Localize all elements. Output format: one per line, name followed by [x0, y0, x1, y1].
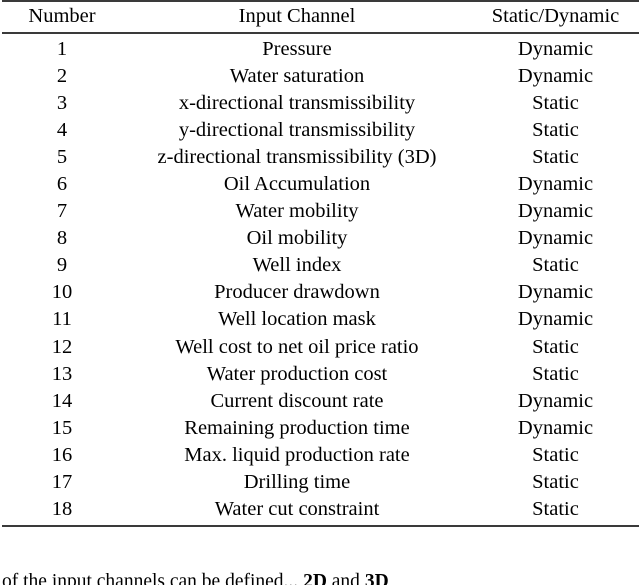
cell-channel: Oil Accumulation — [223, 172, 371, 195]
caption-prefix: of the input channels can be defined... — [2, 571, 299, 585]
cell-type: Static — [532, 498, 579, 521]
caption-emphasis-3d: 3D — [364, 571, 389, 585]
column-header-input-channel: Input Channel — [238, 5, 356, 27]
cell-channel: Pressure — [262, 37, 332, 60]
cell-channel: Water saturation — [229, 64, 365, 87]
cell-type: Dynamic — [517, 227, 594, 250]
cell-type: Dynamic — [517, 64, 594, 87]
cell-number: 18 — [51, 498, 73, 521]
cell-channel: Remaining production time — [184, 416, 410, 439]
input-channel-table: Number Input Channel Static/Dynamic 1 Pr… — [2, 0, 639, 527]
cell-type: Dynamic — [517, 200, 594, 223]
cell-number: 13 — [51, 362, 73, 385]
cell-number: 11 — [52, 308, 72, 331]
cell-number: 15 — [51, 416, 73, 439]
cell-number: 5 — [56, 145, 68, 168]
cell-number: 17 — [51, 471, 73, 493]
table-row: 5 z-directional transmissibility (3D) St… — [2, 144, 639, 171]
cell-number: 6 — [56, 172, 68, 195]
table-row: 4 y-directional transmissibility Static — [2, 116, 639, 143]
table-row: 11 Well location mask Dynamic — [2, 306, 639, 333]
table-body: 1 Pressure Dynamic 2 Water saturation Dy… — [2, 33, 639, 526]
cell-channel: Max. liquid production rate — [184, 443, 410, 466]
cell-number: 1 — [56, 37, 68, 60]
table-row: 8 Oil mobility Dynamic — [2, 225, 639, 252]
table-row: 7 Water mobility Dynamic — [2, 198, 639, 225]
cell-number: 7 — [56, 200, 68, 223]
cell-channel: x-directional transmissibility — [178, 91, 416, 114]
table-row: 16 Max. liquid production rate Static — [2, 442, 639, 469]
table-row: 17 Drilling time Static — [2, 469, 639, 496]
table-figure-page: Number Input Channel Static/Dynamic 1 Pr… — [0, 0, 640, 585]
cell-type: Static — [532, 254, 579, 277]
table-row: 14 Current discount rate Dynamic — [2, 387, 639, 414]
cell-type: Dynamic — [517, 172, 594, 195]
table-header: Number Input Channel Static/Dynamic — [2, 1, 639, 33]
cell-number: 10 — [51, 281, 73, 304]
table-header-row: Number Input Channel Static/Dynamic — [2, 1, 639, 33]
cell-channel: z-directional transmissibility (3D) — [157, 145, 437, 168]
cell-type: Static — [532, 145, 579, 168]
cell-channel: Well location mask — [218, 308, 376, 331]
table-row: 6 Oil Accumulation Dynamic — [2, 171, 639, 198]
cell-type: Dynamic — [517, 389, 594, 412]
cell-type: Dynamic — [517, 308, 594, 331]
cell-type: Static — [532, 362, 579, 385]
cell-number: 3 — [56, 91, 68, 114]
cell-type: Static — [532, 443, 579, 466]
cell-channel: Well cost to net oil price ratio — [175, 335, 419, 358]
cell-channel: Water mobility — [235, 200, 359, 223]
table-caption: of the input channels can be defined... … — [2, 569, 639, 585]
cell-channel: Well index — [252, 254, 342, 277]
cell-channel: Drilling time — [243, 471, 351, 493]
cell-number: 8 — [56, 227, 68, 250]
cell-type: Static — [532, 471, 579, 493]
cell-number: 14 — [51, 389, 73, 412]
cell-number: 4 — [56, 118, 68, 141]
cell-type: Static — [532, 118, 579, 141]
cell-number: 9 — [56, 254, 68, 277]
table-row: 12 Well cost to net oil price ratio Stat… — [2, 333, 639, 360]
table-row: 15 Remaining production time Dynamic — [2, 415, 639, 442]
input-channel-table-container: Number Input Channel Static/Dynamic 1 Pr… — [2, 0, 639, 527]
cell-type: Dynamic — [517, 416, 594, 439]
column-header-number: Number — [28, 5, 96, 27]
cell-type: Dynamic — [517, 281, 594, 304]
column-header-static-dynamic: Static/Dynamic — [491, 5, 620, 27]
cell-type: Dynamic — [517, 37, 594, 60]
caption-conjunction: and — [331, 571, 360, 585]
table-row: 3 x-directional transmissibility Static — [2, 89, 639, 116]
cell-channel: y-directional transmissibility — [178, 118, 416, 141]
table-row: 1 Pressure Dynamic — [2, 33, 639, 63]
cell-number: 2 — [56, 64, 68, 87]
cell-channel: Water production cost — [206, 362, 388, 385]
cell-type: Static — [532, 91, 579, 114]
cell-channel: Producer drawdown — [214, 281, 380, 304]
table-row: 10 Producer drawdown Dynamic — [2, 279, 639, 306]
table-row: 9 Well index Static — [2, 252, 639, 279]
caption-emphasis-2d: 2D — [303, 571, 327, 585]
cell-number: 16 — [51, 443, 73, 466]
cell-channel: Current discount rate — [210, 389, 384, 412]
table-row: 2 Water saturation Dynamic — [2, 62, 639, 89]
table-row: 13 Water production cost Static — [2, 360, 639, 387]
cell-type: Static — [532, 335, 579, 358]
table-row: 18 Water cut constraint Static — [2, 496, 639, 526]
cell-channel: Water cut constraint — [214, 498, 380, 521]
cell-channel: Oil mobility — [246, 227, 348, 250]
cell-number: 12 — [51, 335, 73, 358]
